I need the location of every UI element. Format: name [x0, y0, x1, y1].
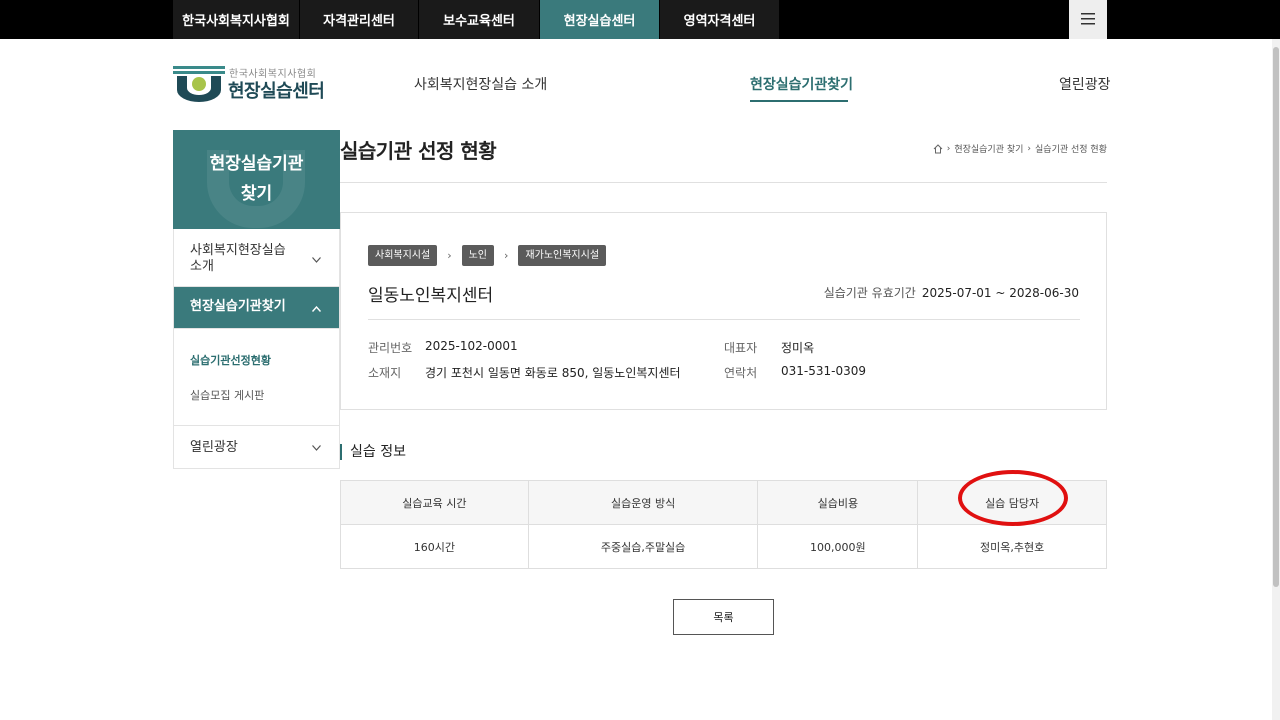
chevron-down-icon — [312, 252, 321, 268]
info-representative: 대표자 정미옥 — [724, 339, 814, 356]
section-title: 실습 정보 — [340, 444, 406, 460]
top-tab-practice[interactable]: 현장실습센터 — [540, 0, 660, 39]
validity-label: 실습기관 유효기간 — [823, 286, 916, 300]
breadcrumb-separator: › — [1027, 143, 1032, 154]
scrollbar-thumb[interactable] — [1273, 47, 1279, 587]
tag-elderly[interactable]: 노인 — [461, 245, 495, 266]
tag-home-care[interactable]: 재가노인복지시설 — [518, 245, 607, 266]
sidebar-header: 현장실습기관 찾기 — [173, 130, 340, 229]
table-cell: 100,000원 — [757, 524, 919, 569]
info-address: 소재지 경기 포천시 일동면 화동로 850, 일동노인복지센터 — [368, 364, 681, 381]
sidebar-item-label: 사회복지현장실습 소개 — [190, 243, 286, 274]
gnb-intro[interactable]: 사회복지현장실습 소개 — [414, 74, 547, 94]
info-value: 031-531-0309 — [781, 364, 867, 378]
chevron-up-icon — [311, 301, 322, 317]
top-tab-domain[interactable]: 영역자격센터 — [660, 0, 780, 39]
tag-facility[interactable]: 사회복지시설 — [368, 245, 438, 266]
scrollbar[interactable] — [1272, 39, 1280, 720]
info-value: 정미옥 — [781, 341, 815, 355]
sidebar-menu: 사회복지현장실습 소개 현장실습기관찾기 실습기관선정현황 실습모집 게시판 열… — [173, 229, 340, 469]
title-divider — [340, 182, 1107, 183]
institution-card: 사회복지시설 › 노인 › 재가노인복지시설 일동노인복지센터 실습기관 유효기… — [340, 212, 1107, 410]
table-header: 실습비용 — [757, 480, 919, 525]
list-button[interactable]: 목록 — [673, 599, 774, 635]
site-logo[interactable]: 한국사회복지사협회 현장실습센터 — [173, 64, 343, 104]
sidebar-sub-list: 실습기관선정현황 실습모집 게시판 — [174, 329, 339, 426]
info-mgmt-no: 관리번호 2025-102-0001 — [368, 339, 518, 356]
gnb-find[interactable]: 현장실습기관찾기 — [750, 74, 853, 94]
info-contact: 연락처 031-531-0309 — [724, 364, 866, 381]
top-tab-education[interactable]: 보수교육센터 — [419, 0, 540, 39]
sidebar-title-line2: 찾기 — [240, 184, 273, 204]
logo-icon — [173, 66, 225, 102]
home-icon[interactable] — [933, 143, 943, 154]
table-header: 실습교육 시간 — [340, 480, 529, 525]
top-tab-association[interactable]: 한국사회복지사협회 — [173, 0, 300, 39]
breadcrumb: › 현장실습기관 찾기 › 실습기관 선정 현황 — [933, 142, 1107, 155]
top-tab-qualification[interactable]: 자격관리센터 — [300, 0, 419, 39]
hamburger-icon — [1081, 10, 1095, 29]
table-row: 160시간 주중실습,주말실습 100,000원 정미옥,추현호 — [340, 524, 1107, 569]
page-title: 실습기관 선정 현황 — [340, 139, 497, 163]
table-cell: 정미옥,추현호 — [917, 524, 1107, 569]
sidebar-item-label: 열린광장 — [190, 440, 238, 455]
chevron-down-icon — [312, 440, 321, 456]
sidebar-item-intro[interactable]: 사회복지현장실습 소개 — [174, 229, 339, 287]
sidebar-subitem-recruit-board[interactable]: 실습모집 게시판 — [190, 378, 339, 413]
annotation-circle — [958, 470, 1068, 526]
table-header: 실습운영 방식 — [527, 480, 759, 525]
card-divider — [368, 319, 1080, 320]
breadcrumb-item[interactable]: 현장실습기관 찾기 — [954, 142, 1023, 155]
category-tags: 사회복지시설 › 노인 › 재가노인복지시설 — [368, 245, 607, 266]
menu-button[interactable] — [1069, 0, 1107, 39]
sidebar-subitem-selection-status[interactable]: 실습기관선정현황 — [190, 343, 339, 378]
chevron-right-icon: › — [504, 249, 509, 262]
info-label: 관리번호 — [368, 341, 413, 355]
table-cell: 160시간 — [340, 524, 529, 569]
top-nav: 한국사회복지사협회 자격관리센터 보수교육센터 현장실습센터 영역자격센터 — [173, 0, 780, 39]
info-label: 소재지 — [368, 366, 402, 380]
breadcrumb-item: 실습기관 선정 현황 — [1035, 145, 1107, 155]
sidebar-item-find[interactable]: 현장실습기관찾기 — [174, 287, 339, 329]
info-label: 대표자 — [724, 341, 758, 355]
info-value: 경기 포천시 일동면 화동로 850, 일동노인복지센터 — [425, 366, 681, 380]
institution-name: 일동노인복지센터 — [368, 286, 494, 306]
info-value: 2025-102-0001 — [425, 339, 518, 353]
validity-period: 실습기관 유효기간 2025-07-01 ~ 2028-06-30 — [824, 284, 1079, 301]
breadcrumb-separator: › — [946, 143, 951, 154]
sidebar-item-plaza[interactable]: 열린광장 — [174, 426, 339, 468]
sidebar-title: 현장실습기관 찾기 — [173, 149, 340, 209]
sidebar-title-line1: 현장실습기관 — [209, 154, 304, 174]
validity-value: 2025-07-01 ~ 2028-06-30 — [921, 286, 1079, 300]
gnb-plaza[interactable]: 열린광장 — [1059, 74, 1111, 94]
gnb-active-indicator — [750, 100, 848, 102]
info-label: 연락처 — [724, 366, 758, 380]
sidebar-item-label: 현장실습기관찾기 — [190, 299, 286, 314]
table-cell: 주중실습,주말실습 — [527, 524, 759, 569]
logo-title: 현장실습센터 — [228, 81, 325, 102]
chevron-right-icon: › — [447, 249, 452, 262]
